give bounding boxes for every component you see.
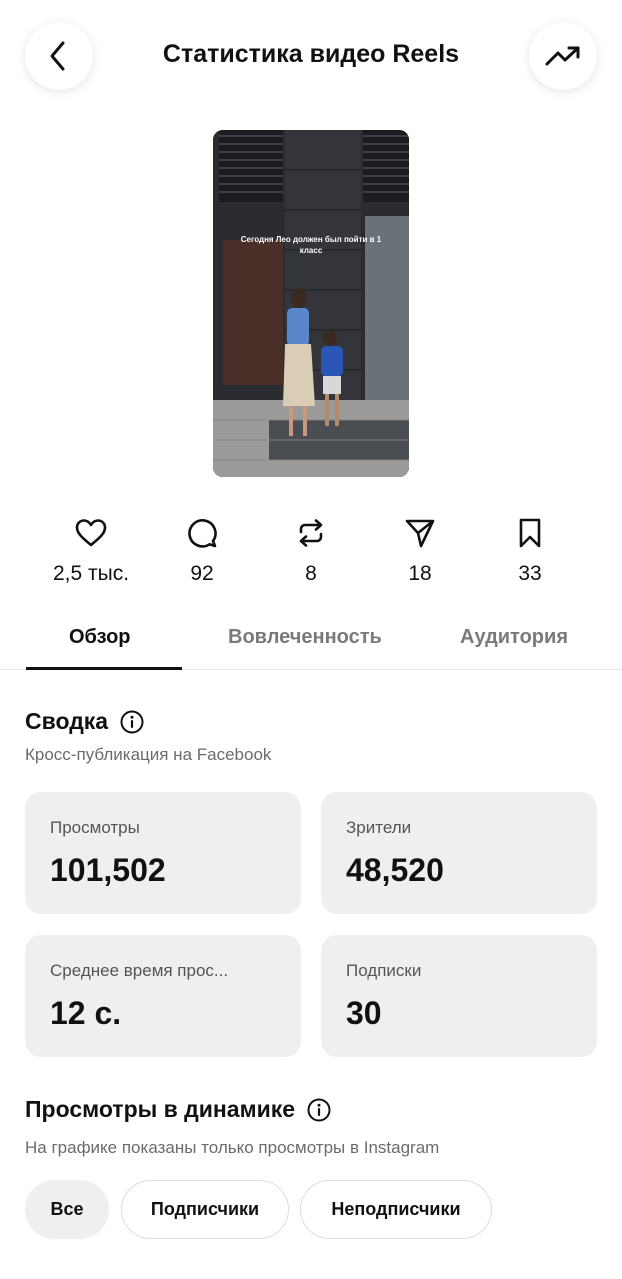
repost-icon xyxy=(299,519,323,547)
info-icon[interactable] xyxy=(120,710,144,734)
video-caption: Сегодня Лео должен был пойти в 1 класс xyxy=(240,235,382,255)
card-follows: Подписки 30 xyxy=(321,935,597,1057)
video-thumbnail[interactable]: Сегодня Лео должен был пойти в 1 класс xyxy=(213,130,409,477)
views-dynamics-title: Просмотры в динамике xyxy=(25,1096,296,1122)
page-title: Статистика видео Reels xyxy=(162,40,460,68)
tab-bar: Обзор Вовлеченность Аудитория xyxy=(0,612,622,670)
engagement-stats: 2,5 тыс. 92 8 18 33 xyxy=(0,516,622,596)
stat-value: 18 xyxy=(408,562,432,585)
stat-value: 33 xyxy=(518,562,542,585)
heart-icon xyxy=(75,519,107,547)
stat-comments: 92 xyxy=(142,516,262,586)
card-value: 101,502 xyxy=(50,852,166,888)
trending-button[interactable] xyxy=(529,22,597,90)
tab-audience[interactable]: Аудитория xyxy=(460,626,568,649)
send-icon xyxy=(405,519,435,548)
stat-value: 8 xyxy=(305,562,317,585)
back-button[interactable] xyxy=(25,22,93,90)
comment-icon xyxy=(188,519,217,548)
stat-value: 92 xyxy=(190,562,214,585)
card-label: Зрители xyxy=(346,818,412,837)
card-value: 48,520 xyxy=(346,852,444,888)
views-dynamics-heading: Просмотры в динамике xyxy=(25,1096,331,1123)
trending-up-icon xyxy=(545,46,580,66)
card-value: 12 с. xyxy=(50,995,122,1031)
card-views: Просмотры 101,502 xyxy=(25,792,301,914)
card-label: Среднее время прос... xyxy=(50,961,229,980)
filter-non-followers-chip[interactable]: Неподписчики xyxy=(300,1180,492,1239)
stat-likes: 2,5 тыс. xyxy=(31,516,151,586)
info-icon[interactable] xyxy=(307,1098,331,1122)
summary-heading: Сводка xyxy=(25,708,144,735)
active-tab-indicator xyxy=(26,667,182,670)
chevron-left-icon xyxy=(50,41,65,71)
stat-saves: 33 xyxy=(470,516,590,586)
bookmark-icon xyxy=(519,518,541,548)
tab-overview[interactable]: Обзор xyxy=(69,626,131,649)
filter-followers-chip[interactable]: Подписчики xyxy=(121,1180,289,1239)
card-label: Просмотры xyxy=(50,818,140,837)
views-dynamics-subtitle: На графике показаны только просмотры в I… xyxy=(25,1138,440,1157)
filter-all-chip[interactable]: Все xyxy=(25,1180,109,1239)
card-value: 30 xyxy=(346,995,382,1031)
header: Статистика видео Reels xyxy=(0,0,622,112)
tab-engagement[interactable]: Вовлеченность xyxy=(228,626,382,649)
card-label: Подписки xyxy=(346,961,422,980)
stat-shares: 18 xyxy=(360,516,480,586)
summary-subtitle: Кросс-публикация на Facebook xyxy=(25,745,272,764)
card-viewers: Зрители 48,520 xyxy=(321,792,597,914)
summary-title: Сводка xyxy=(25,708,109,734)
card-avg-watch-time: Среднее время прос... 12 с. xyxy=(25,935,301,1057)
stat-value: 2,5 тыс. xyxy=(52,562,130,585)
stat-reposts: 8 xyxy=(251,516,371,586)
video-scene-image xyxy=(213,130,409,477)
